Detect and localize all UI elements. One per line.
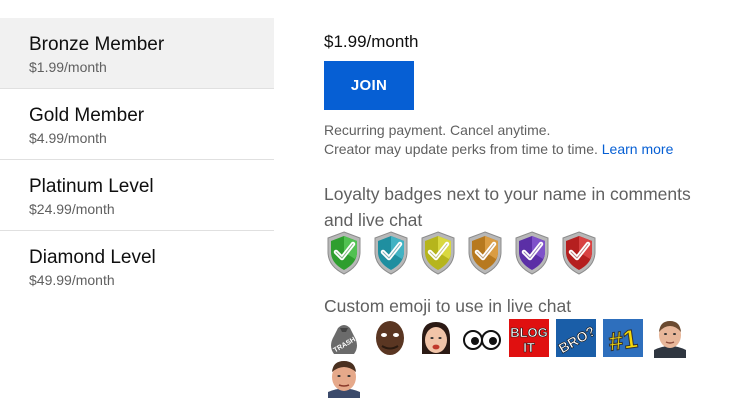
face-emoji-1 bbox=[376, 321, 404, 355]
blog-it-line1: BLOG bbox=[510, 325, 548, 340]
eyes-emoji bbox=[463, 330, 501, 350]
blog-it-line2: IT bbox=[523, 340, 535, 355]
face-emoji-4 bbox=[328, 361, 360, 398]
payment-notes: Recurring payment. Cancel anytime. Creat… bbox=[324, 121, 673, 159]
tier-platinum-level[interactable]: Platinum Level $24.99/month bbox=[0, 160, 274, 231]
tier-name: Platinum Level bbox=[29, 176, 154, 197]
loyalty-badges-title-line1: Loyalty badges next to your name in comm… bbox=[324, 184, 691, 204]
red-badge-icon bbox=[562, 231, 596, 275]
learn-more-link[interactable]: Learn more bbox=[602, 141, 674, 157]
teal-badge-icon bbox=[374, 231, 408, 275]
bro-emoji: BRO? bbox=[556, 319, 596, 357]
number-one-emoji: #1 bbox=[603, 319, 643, 357]
tier-bronze-member[interactable]: Bronze Member $1.99/month bbox=[0, 18, 274, 89]
tier-name: Bronze Member bbox=[29, 34, 165, 55]
tier-price: $24.99/month bbox=[29, 201, 115, 217]
face-emoji-3 bbox=[654, 321, 686, 358]
tier-diamond-level[interactable]: Diamond Level $49.99/month bbox=[0, 231, 274, 302]
bronze-badge-icon bbox=[468, 231, 502, 275]
creator-update-text: Creator may update perks from time to ti… bbox=[324, 141, 598, 157]
tier-gold-member[interactable]: Gold Member $4.99/month bbox=[0, 89, 274, 160]
tier-price: $4.99/month bbox=[29, 130, 107, 146]
custom-emoji-row: TRASH BLOG IT BRO? #1 bbox=[324, 318, 741, 398]
purple-badge-icon bbox=[515, 231, 549, 275]
tier-name: Gold Member bbox=[29, 105, 145, 126]
loyalty-badges-title: Loyalty badges next to your name in comm… bbox=[324, 181, 691, 233]
number-one-text: #1 bbox=[607, 323, 640, 357]
tier-name: Diamond Level bbox=[29, 247, 156, 268]
recurring-payment-note: Recurring payment. Cancel anytime. bbox=[324, 122, 551, 138]
trash-bag-emoji: TRASH bbox=[331, 325, 357, 354]
green-badge-icon bbox=[327, 231, 361, 275]
blog-it-emoji: BLOG IT bbox=[509, 319, 549, 357]
selected-tier-price: $1.99/month bbox=[324, 32, 419, 51]
join-button[interactable]: JOIN bbox=[324, 61, 414, 110]
yellow-badge-icon bbox=[421, 231, 455, 275]
tier-price: $49.99/month bbox=[29, 272, 115, 288]
face-emoji-2 bbox=[422, 322, 450, 354]
custom-emoji-title: Custom emoji to use in live chat bbox=[324, 296, 572, 316]
creator-update-note: Creator may update perks from time to ti… bbox=[324, 140, 673, 159]
membership-tier-list: Bronze Member $1.99/month Gold Member $4… bbox=[0, 18, 274, 302]
tier-price: $1.99/month bbox=[29, 59, 107, 75]
